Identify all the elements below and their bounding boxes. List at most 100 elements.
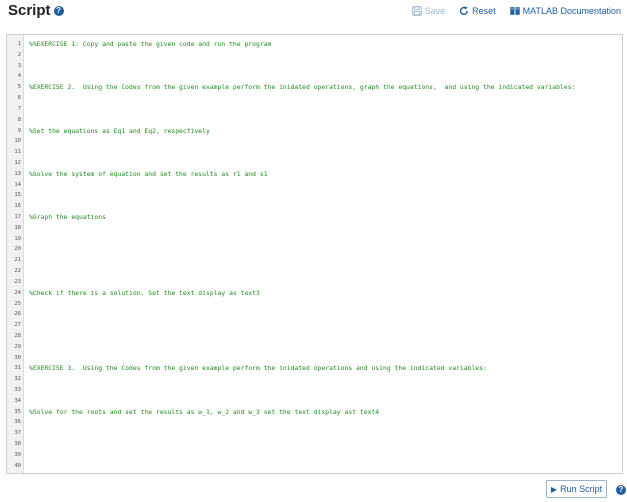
line-number: 15 (14, 192, 21, 199)
line-number: 23 (14, 278, 21, 285)
code-line[interactable]: 7 (7, 104, 622, 115)
line-number: 20 (14, 246, 21, 253)
line-number: 9 (17, 127, 21, 134)
line-number: 2 (17, 51, 21, 58)
code-line[interactable]: 36 (7, 417, 622, 428)
code-line[interactable]: 13 %Solve the system of equation and set … (7, 169, 622, 180)
line-number: 12 (14, 159, 21, 166)
line-number: 11 (14, 149, 21, 156)
save-icon (411, 6, 422, 16)
help-icon[interactable]: ? (53, 6, 64, 16)
line-number: 32 (14, 376, 21, 383)
code-line[interactable]: 12 (7, 158, 622, 169)
code-line[interactable]: 11 (7, 147, 622, 158)
line-number: 18 (14, 224, 21, 231)
code-text: %Check if there is a solution. Set the t… (29, 288, 260, 297)
code-line[interactable]: 20 (7, 244, 622, 255)
code-line[interactable]: 9 %Set the equations as Eq1 and Eq2, resp… (7, 126, 622, 137)
code-line[interactable]: 40 (7, 461, 622, 472)
code-line[interactable]: 16 (7, 201, 622, 212)
code-line[interactable]: 28 (7, 331, 622, 342)
line-number: 21 (14, 257, 21, 264)
code-line[interactable]: 18 (7, 223, 622, 234)
line-number: 24 (14, 289, 21, 296)
code-line[interactable]: 31 %EXERCISE 3. Using the Codes from the … (7, 363, 622, 374)
code-line[interactable]: 39 (7, 450, 622, 461)
code-line[interactable]: 27 (7, 320, 622, 331)
code-line[interactable]: 22 (7, 266, 622, 277)
line-number: 40 (14, 462, 21, 469)
code-line[interactable]: 19 (7, 234, 622, 245)
code-line[interactable]: 21 (7, 255, 622, 266)
code-line[interactable]: 26 (7, 309, 622, 320)
code-line[interactable]: 15 (7, 190, 622, 201)
code-line[interactable]: 17 %Graph the equations (7, 212, 622, 223)
code-line[interactable]: 25 (7, 299, 622, 310)
code-line[interactable]: 3 (7, 61, 622, 72)
code-text: %EXERCISE 3. Using the Codes from the gi… (29, 364, 487, 373)
line-number: 1 (17, 41, 21, 47)
code-line[interactable]: 14 (7, 180, 622, 191)
code-line[interactable]: 29 (7, 342, 622, 353)
script-header: Script? Save Reset MATLAB Documentation (0, 0, 627, 30)
script-footer: ▶ Run Script ? (0, 478, 627, 502)
code-line[interactable]: 1 %%EXERCISE 1: Copy and paste the given … (7, 39, 622, 50)
line-number: 29 (14, 343, 21, 350)
book-icon (509, 7, 520, 15)
code-text: %Graph the equations (29, 213, 106, 221)
reset-button[interactable]: Reset (459, 6, 496, 16)
line-number: 31 (14, 365, 21, 372)
code-line[interactable]: 4 (7, 71, 622, 82)
run-help-icon[interactable]: ? (616, 485, 626, 495)
line-number: 13 (14, 170, 21, 177)
code-line[interactable]: 24 %Check if there is a solution. Set the… (7, 288, 622, 299)
save-label: Save (424, 6, 446, 16)
code-editor[interactable]: 1 %%EXERCISE 1: Copy and paste the given … (6, 34, 623, 474)
code-line[interactable]: 23 (7, 277, 622, 288)
code-line[interactable]: 30 (7, 353, 622, 364)
line-number: 22 (14, 268, 21, 275)
line-number: 25 (14, 300, 21, 307)
code-line[interactable]: 10 (7, 136, 622, 147)
line-number: 36 (14, 419, 21, 426)
run-script-button[interactable]: ▶ Run Script (546, 480, 607, 498)
line-number: 30 (14, 354, 21, 361)
code-line[interactable]: 32 (7, 374, 622, 385)
code-line[interactable]: 38 (7, 439, 622, 450)
code-line[interactable]: 8 (7, 115, 622, 126)
reset-icon (459, 6, 469, 15)
line-number: 39 (14, 451, 21, 458)
code-line[interactable]: 2 (7, 50, 622, 61)
code-line[interactable]: 6 (7, 93, 622, 104)
run-script-label: Run Script (560, 484, 603, 494)
code-line[interactable]: 33 (7, 385, 622, 396)
code-line[interactable]: 34 (7, 396, 622, 407)
code-line[interactable]: 5 %EXERCISE 2. Using the Codes from the g… (7, 82, 622, 93)
line-number: 38 (14, 441, 21, 448)
line-number: 35 (14, 408, 21, 415)
code-line[interactable]: 35 %Solve for the roots and set the resul… (7, 407, 622, 418)
save-button[interactable]: Save (411, 6, 446, 16)
matlab-documentation-link[interactable]: MATLAB Documentation (509, 6, 621, 16)
line-number: 10 (14, 138, 21, 145)
code-line[interactable]: 37 (7, 428, 622, 439)
